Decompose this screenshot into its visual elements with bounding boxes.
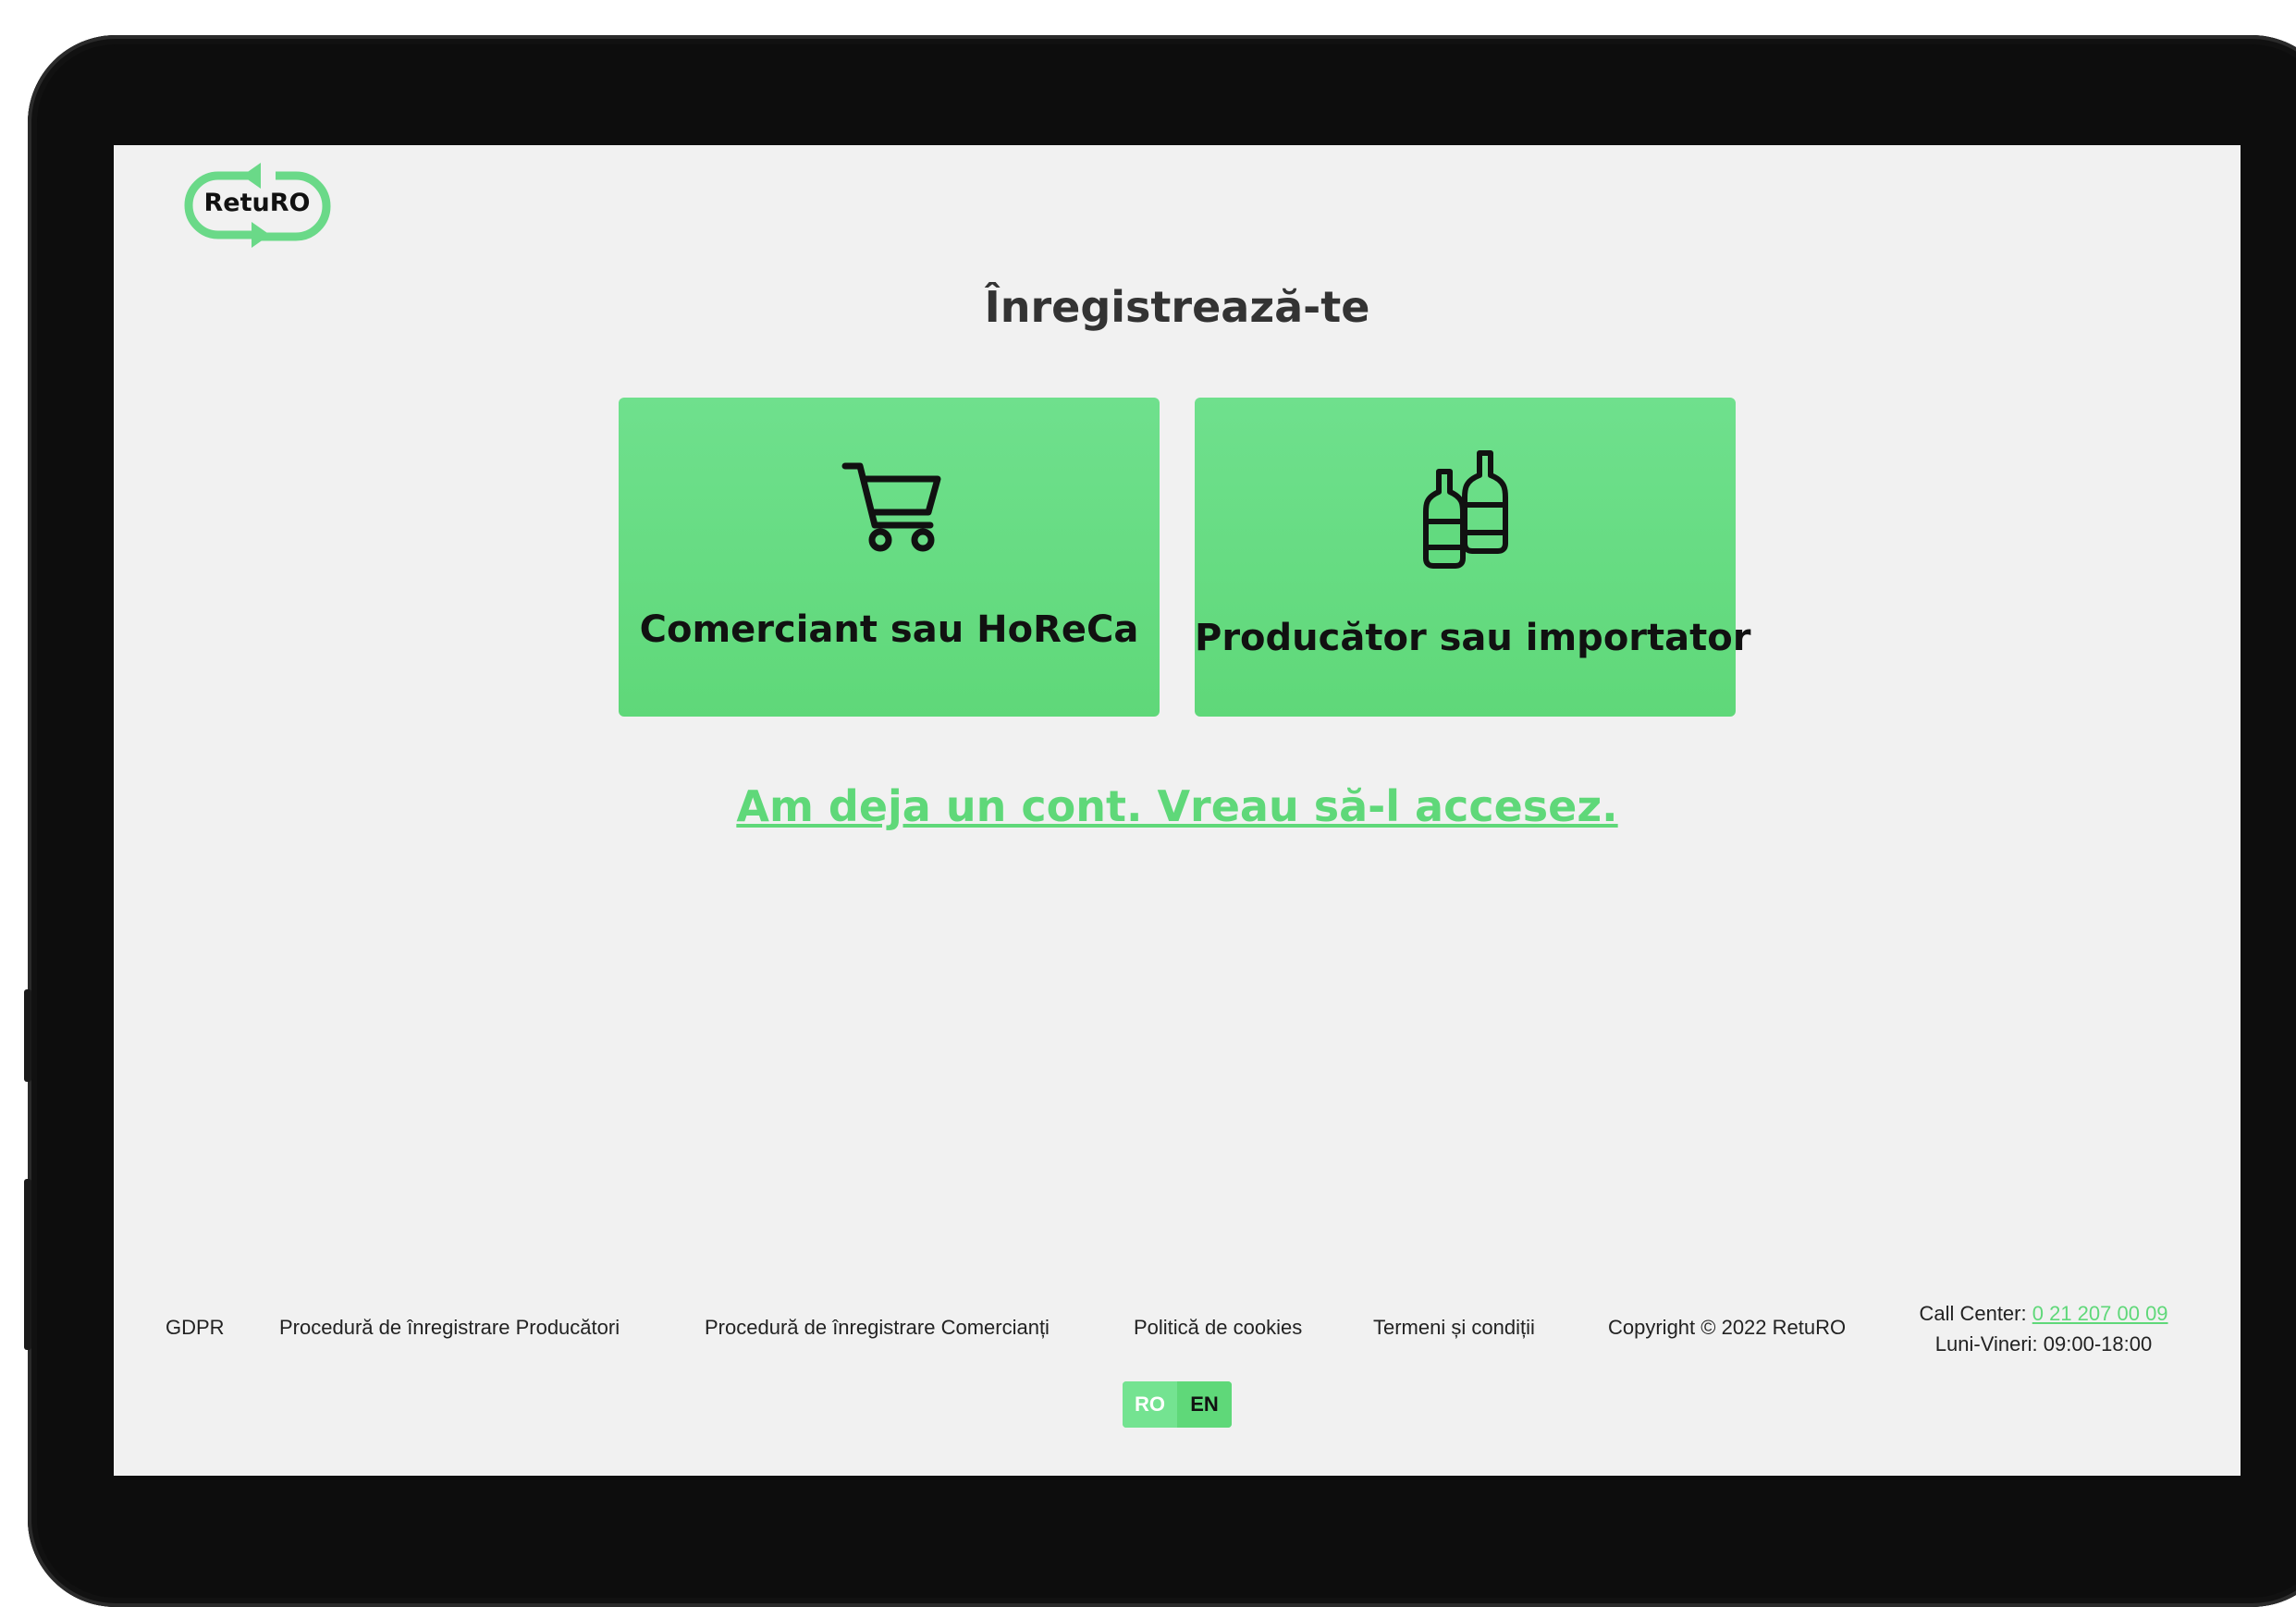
logo-wordmark: RetuRO (203, 189, 311, 217)
register-merchant-label: Comerciant sau HoReCa (639, 608, 1139, 651)
register-producer-card[interactable]: Producător sau importator (1195, 398, 1751, 717)
footer-link-merchant-procedure[interactable]: Procedură de înregistrare Comercianți (705, 1316, 1050, 1340)
returo-logo[interactable]: RetuRO (181, 161, 338, 251)
language-option-ro[interactable]: RO (1123, 1381, 1177, 1428)
call-center-phone-link[interactable]: 0 21 207 00 09 (2032, 1302, 2168, 1325)
tablet-volume-button (24, 1179, 31, 1350)
language-switcher: RO EN (1123, 1381, 1232, 1428)
app-screen: RetuRO Înregistrează-te Comerciant sau H… (114, 145, 2241, 1476)
register-producer-label: Producător sau importator (1195, 617, 1751, 659)
language-option-en[interactable]: EN (1177, 1381, 1232, 1428)
shopping-cart-icon (841, 462, 943, 559)
tablet-side-button (24, 989, 31, 1082)
page-title: Înregistrează-te (984, 282, 1370, 332)
copyright-text: Copyright © 2022 RetuRO (1608, 1316, 1847, 1339)
call-center-label: Call Center: (1919, 1302, 2027, 1325)
register-merchant-card[interactable]: Comerciant sau HoReCa (619, 398, 1160, 717)
footer-link-gdpr[interactable]: GDPR (166, 1316, 225, 1340)
footer-link-cookies[interactable]: Politică de cookies (1134, 1316, 1302, 1340)
footer-link-producer-procedure[interactable]: Procedură de înregistrare Producători (279, 1316, 620, 1340)
call-center-info: Call Center: 0 21 207 00 09 Luni-Vineri:… (1891, 1298, 2196, 1359)
login-link[interactable]: Am deja un cont. Vreau să-l accesez. (114, 781, 2241, 831)
bottles-icon (1420, 449, 1513, 574)
call-center-hours: Luni-Vineri: 09:00-18:00 (1934, 1332, 2153, 1356)
footer-link-terms[interactable]: Termeni și condiții (1373, 1316, 1535, 1340)
